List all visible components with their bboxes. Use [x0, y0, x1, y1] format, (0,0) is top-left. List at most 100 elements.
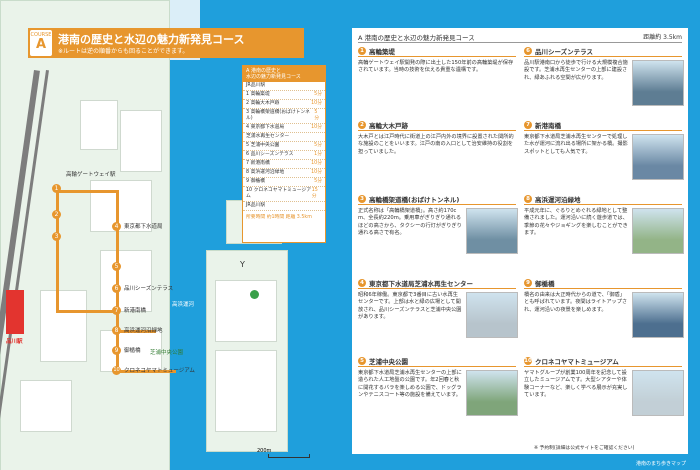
route-marker-8[interactable]: 8: [112, 326, 121, 335]
legend-row-time: 10分: [311, 161, 322, 166]
route-marker-10[interactable]: 10: [112, 366, 121, 375]
legend-row-label: 2 高輪大木戸跡: [246, 101, 280, 106]
spot-title-text: 高浜運河沿緑地: [535, 196, 581, 204]
route-marker-5[interactable]: 5: [112, 262, 121, 271]
spot-description: 東京都下水道局芝浦水再生センターの上部に造られた人工地盤の公園です。年2回春と秋…: [358, 370, 462, 399]
spot-photo: [632, 208, 684, 254]
route-marker-1[interactable]: 1: [52, 184, 61, 193]
spot-item: 7 新港南橋 東京都下水道局芝浦水再生センターで処理した水が運河に流れ出る場所に架か…: [524, 120, 684, 180]
spot-number: 8: [524, 195, 532, 203]
legend-row-label: 7 新港南橋: [246, 161, 270, 166]
scale-bar: 200m: [257, 448, 310, 458]
legend-row-label: 6 品川シーズンテラス: [246, 152, 294, 157]
spot-title: 7 新港南橋: [524, 120, 682, 131]
spot-description: 大木戸とは江戸時代に街道上の江戸内外の境界に設置された関所的な施設のことをいいま…: [358, 134, 514, 155]
course-title: 港南の歴史と水辺の魅力新発見コース: [58, 33, 245, 46]
spot-title: 6 品川シーズンテラス: [524, 46, 682, 57]
spot-description: 高輪ゲートウェイ駅開発の際に出土した150年前の高輪築堤が保存されています。当時…: [358, 60, 514, 74]
area-map[interactable]: 品川駅 1 2 3 4 5 6 7 8 9 10 高輪ゲートウェイ駅 東京都下水…: [0, 0, 340, 470]
spot-title: 8 高浜運河沿緑地: [524, 194, 682, 205]
course-letter: A: [35, 37, 47, 52]
spot-title: 5 芝浦中央公園: [358, 356, 516, 367]
spot-title-text: 新港南橋: [535, 122, 561, 130]
route-legend: A 港南の歴史と 水辺の魅力新発見コース JR品川駅 1 高輪築堤 5分 2 高輪大木…: [242, 65, 326, 243]
legend-row-label: 10 クロネコヤマトミュージアム: [246, 188, 312, 199]
spot-number: 1: [358, 47, 366, 55]
map-label: 高浜運河沿緑地: [124, 328, 163, 334]
legend-row: 10 クロネコヤマトミュージアム 15分: [243, 187, 325, 202]
spot-number: 4: [358, 279, 366, 287]
spot-item: 3 高輪橋架道橋(おばけトンネル) 正式名称は「高輪橋架道橋」。高さ約170cm、全…: [358, 194, 518, 254]
legend-row: 6 品川シーズンテラス 1分: [243, 151, 325, 160]
info-heading-title: A 港南の歴史と水辺の魅力新発見コース: [358, 34, 475, 42]
footer-text: 港南のまち歩きマップ: [635, 461, 686, 467]
legend-row: 2 高輪大木戸跡 10分: [243, 100, 325, 109]
spot-number: 2: [358, 121, 366, 129]
map-label: クロネコヤマトミュージアム: [124, 368, 195, 374]
legend-row-time: 5分: [314, 179, 322, 184]
legend-row: 8 高浜運河沿緑地 10分: [243, 169, 325, 178]
legend-row: 1 高輪築堤 5分: [243, 91, 325, 100]
legend-header: A 港南の歴史と 水辺の魅力新発見コース: [243, 66, 325, 82]
route-marker-9[interactable]: 9: [112, 346, 121, 355]
route-marker-3[interactable]: 3: [52, 232, 61, 241]
map-label: 新港南橋: [124, 308, 147, 314]
spot-item: 8 高浜運河沿緑地 平成元年に、ぐるりとめぐれる緑地として整備されました。運河沿いに…: [524, 194, 684, 254]
map-label: 高浜運河: [172, 302, 195, 308]
city-block: [20, 380, 72, 432]
legend-row-time: 5分: [314, 92, 322, 97]
park-icon: [250, 290, 259, 299]
spot-title: 1 高輪築堤: [358, 46, 516, 57]
route-marker-2[interactable]: 2: [52, 210, 61, 219]
legend-row-time: 5分: [314, 143, 322, 148]
spot-photo: [632, 60, 684, 106]
spot-item: 1 高輪築堤高輪ゲートウェイ駅開発の際に出土した150年前の高輪築堤が保存されてい…: [358, 46, 516, 75]
route-marker-4[interactable]: 4: [112, 222, 121, 231]
spot-description: 橋名の由来は大正時代からの道で、「御盾」とも呼ばれています。夜間はライトアップさ…: [524, 292, 628, 313]
map-label: 東京都下水道局: [124, 224, 163, 230]
canal: [170, 60, 202, 470]
spot-photo: [632, 292, 684, 338]
spot-item: 10 クロネコヤマトミュージアム ヤマトグループが創業100周年を記念して設立したミ…: [524, 356, 684, 416]
legend-row-label: 1 高輪築堤: [246, 92, 270, 97]
route-marker-7[interactable]: 7: [112, 306, 121, 315]
spot-title-text: 高輪大木戸跡: [369, 122, 408, 130]
station-label: 品川駅: [6, 339, 23, 345]
spot-title: 3 高輪橋架道橋(おばけトンネル): [358, 194, 516, 205]
map-label: 高輪ゲートウェイ駅: [66, 172, 116, 178]
spot-title-text: 芝浦中央公園: [369, 358, 408, 366]
legend-row-label: 8 高浜運河沿緑地: [246, 170, 285, 175]
spot-title-text: 東京都下水道局芝浦水再生センター: [369, 280, 473, 288]
map-page: 品川駅 1 2 3 4 5 6 7 8 9 10 高輪ゲートウェイ駅 東京都下水…: [0, 0, 700, 470]
legend-row-time: 1分: [314, 152, 322, 157]
spot-title-text: 高輪橋架道橋(おばけトンネル): [369, 196, 460, 204]
route-segment: [116, 190, 119, 370]
spot-item: 5 芝浦中央公園東京都下水道局芝浦水再生センターの上部に造られた人工地盤の公園です…: [358, 356, 518, 416]
legend-row: 3 高輪橋架道橋(おばけトンネル) 5分: [243, 109, 325, 124]
route-marker-6[interactable]: 6: [112, 284, 121, 293]
route-segment: [56, 190, 116, 193]
photo-caption: ※ 予約制(詳細は公式サイトをご確認ください): [534, 446, 635, 451]
route-segment: [56, 190, 59, 310]
legend-row: 5 芝浦中央公園 5分: [243, 142, 325, 151]
spot-description: 昭和6年稼働。東京都で3番目に古い水再生センターです。上部は水と緑の広場として開…: [358, 292, 462, 321]
spot-photo: [466, 208, 518, 254]
shinagawa-station[interactable]: [6, 290, 24, 334]
spot-item: 9 御楯橋 橋名の由来は大正時代からの道で、「御盾」とも呼ばれています。夜間はライト…: [524, 278, 684, 338]
info-heading-distance: 距離約 3.5km: [643, 34, 682, 41]
legend-row-label: JR品川駅: [246, 203, 266, 208]
spot-description: 正式名称は「高輪橋架道橋」。高さ約170cm、全長約220m。乗用車がぎりぎり通…: [358, 208, 462, 237]
map-label: 品川シーズンテラス: [124, 286, 174, 292]
legend-row-time: 15分: [311, 188, 318, 199]
spot-number: 6: [524, 47, 532, 55]
legend-row-label: 9 御楯橋: [246, 179, 265, 184]
spot-title: 4 東京都下水道局芝浦水再生センター: [358, 278, 516, 289]
legend-row-label: JR品川駅: [246, 83, 266, 88]
spot-item: 6 品川シーズンテラス 品川駅港南口から徒歩で行ける大規模複合施設です。芝浦水再生セ…: [524, 46, 684, 106]
spot-title: 10 クロネコヤマトミュージアム: [524, 356, 682, 367]
route-segment: [56, 310, 118, 313]
legend-row-time: 10分: [311, 101, 322, 106]
spot-item: 2 高輪大木戸跡大木戸とは江戸時代に街道上の江戸内外の境界に設置された関所的な施設…: [358, 120, 516, 156]
legend-rows: JR品川駅 1 高輪築堤 5分 2 高輪大木戸跡 10分 3 高輪橋架道橋(おばけトンネル…: [243, 82, 325, 211]
spot-photo: [632, 370, 684, 416]
